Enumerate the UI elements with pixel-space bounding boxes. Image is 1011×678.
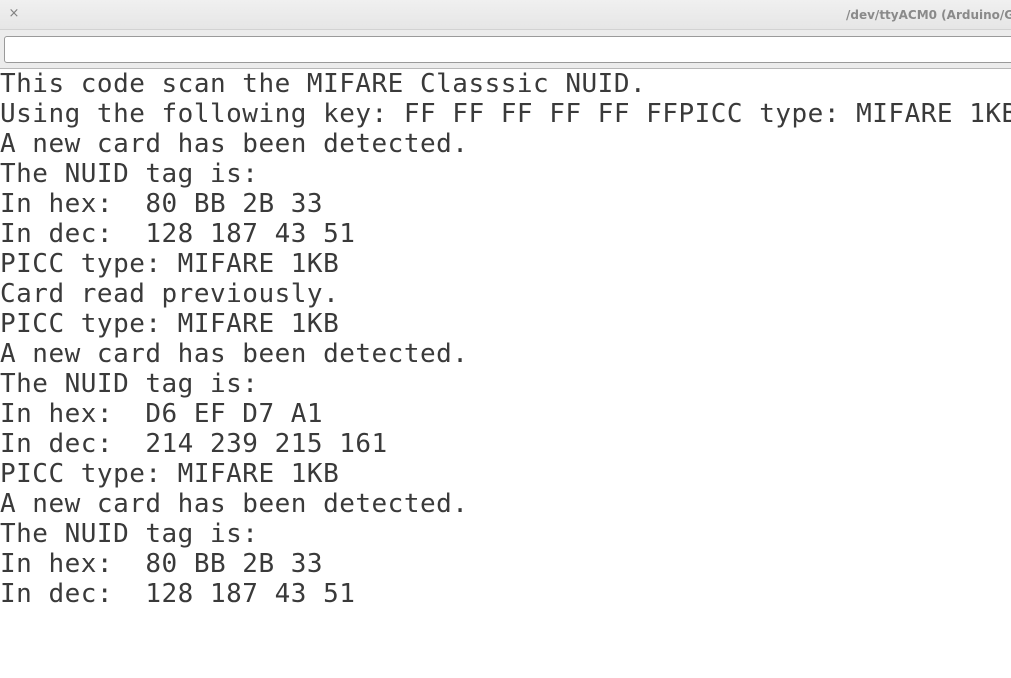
output-line: In dec: 128 187 43 51 [0,579,356,609]
output-line: The NUID tag is: [0,159,259,189]
output-line: PICC type: MIFARE 1KB [0,459,340,489]
output-line: In dec: 128 187 43 51 [0,219,356,249]
serial-output-area[interactable]: This code scan the MIFARE Classsic NUID.… [0,69,1011,678]
output-line: A new card has been detected. [0,489,469,519]
window-titlebar: × /dev/ttyACM0 (Arduino/Gen [0,0,1011,30]
send-toolbar [0,30,1011,69]
output-line: In hex: D6 EF D7 A1 [0,399,324,429]
output-line: In hex: 80 BB 2B 33 [0,189,324,219]
output-line: Card read previously. [0,279,340,309]
serial-send-input[interactable] [4,36,1011,63]
output-line: A new card has been detected. [0,129,469,159]
output-line: This code scan the MIFARE Classsic NUID. [0,69,647,99]
output-line: Using the following key: FF FF FF FF FF … [0,99,1011,129]
output-line: In dec: 214 239 215 161 [0,429,388,459]
output-line: In hex: 80 BB 2B 33 [0,549,324,579]
output-line: The NUID tag is: [0,519,259,549]
output-line: A new card has been detected. [0,339,469,369]
output-line: PICC type: MIFARE 1KB [0,309,340,339]
close-icon[interactable]: × [6,5,22,23]
output-line: The NUID tag is: [0,369,259,399]
window-title: /dev/ttyACM0 (Arduino/Gen [846,8,1011,22]
output-line: PICC type: MIFARE 1KB [0,249,340,279]
